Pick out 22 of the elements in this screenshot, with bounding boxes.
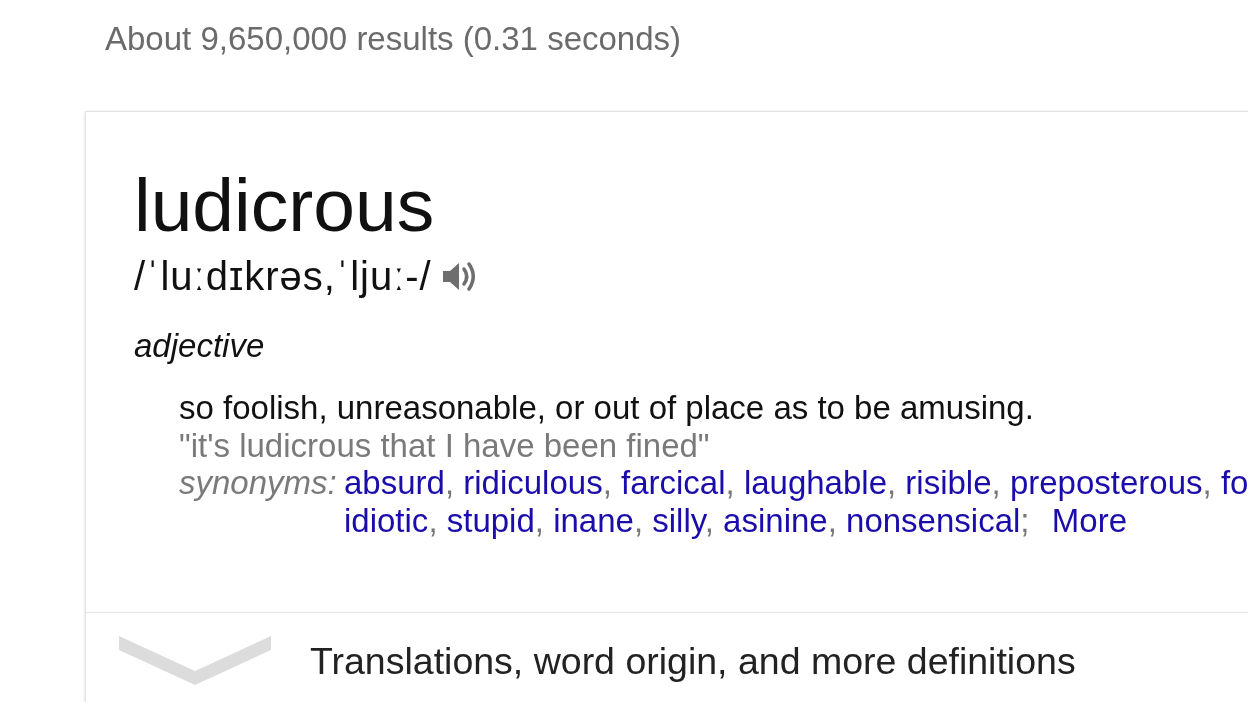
expand-button[interactable]: Translations, word origin, and more definitions [119,636,1076,685]
pronunciation-text: /ˈluːdɪkrəs,ˈljuː-/ [134,254,432,298]
result-stats-text: About 9,650,000 results (0.31 seconds) [105,19,682,59]
synonym-link[interactable]: stupid, [446,501,544,539]
synonym-link[interactable]: inane, [553,501,644,539]
synonym-link[interactable]: laughable, [743,464,897,502]
example-text: "it's ludicrous that I have been fined" [179,426,710,464]
more-link[interactable]: More [1051,501,1128,539]
synonyms-label: synonyms: [179,464,337,502]
synonym-link[interactable]: preposterous, [1009,464,1212,502]
definition-text: so foolish, unreasonable, or out of place as to be amusing. [179,389,1034,427]
synonym-link[interactable]: asinine, [723,501,837,539]
synonym-link[interactable]: silly, [652,501,714,539]
synonym-link[interactable]: absurd, [344,464,455,502]
headword: ludicrous [134,165,435,245]
synonym-link[interactable]: nonsensical; [846,501,1030,539]
synonym-link[interactable]: ridiculous, [463,464,612,502]
synonym-link[interactable]: idiotic, [344,501,438,539]
part-of-speech: adjective [134,326,265,366]
synonym-link[interactable]: farcical, [621,464,735,502]
synonym-link[interactable]: fo [1220,464,1248,502]
synonym-link[interactable]: risible, [905,464,1001,502]
